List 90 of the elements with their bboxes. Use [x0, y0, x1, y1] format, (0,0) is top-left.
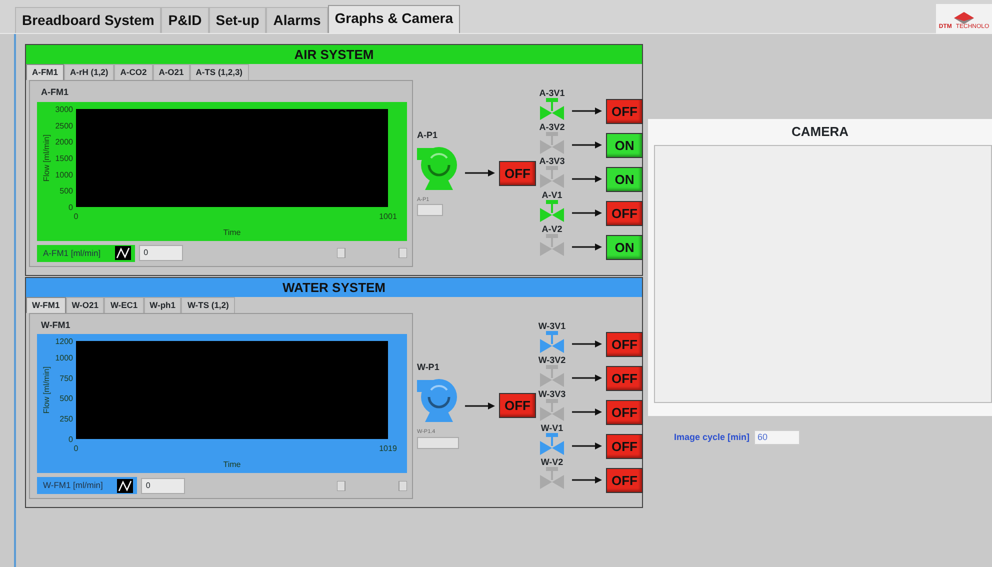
tab[interactable]: A-CO2	[114, 64, 153, 80]
axis-tick-label: 500	[60, 186, 73, 196]
axis-tick-label: 0	[74, 444, 78, 454]
tab[interactable]: W-TS (1,2)	[181, 296, 235, 313]
toggle-button[interactable]: OFF	[606, 366, 643, 391]
toggle-button[interactable]: OFF	[606, 99, 643, 124]
tab[interactable]: A-TS (1,2,3)	[190, 64, 249, 80]
indicator-field	[417, 436, 459, 449]
graph-title: W-FM1	[41, 320, 72, 330]
arrow-icon	[572, 243, 602, 252]
toggle-button[interactable]: ON	[606, 167, 643, 192]
arrow-icon	[572, 340, 602, 348]
arrow-icon	[572, 175, 602, 184]
axis-tick-label: 0	[68, 202, 73, 212]
scrollbar	[337, 248, 407, 258]
arrow-icon	[572, 476, 602, 484]
toggle-button[interactable]: OFF	[606, 400, 643, 425]
axis-title: Time	[223, 460, 241, 470]
axis-title: Flow [ml/min]	[42, 366, 51, 414]
toggle-button[interactable]: ON	[606, 133, 643, 158]
arrow-icon	[572, 374, 602, 382]
toggle-button[interactable]: OFF	[606, 332, 643, 357]
camera-title: CAMERA	[790, 123, 850, 141]
legend-label: A-FM1 [ml/min]	[42, 246, 102, 260]
toggle-button[interactable]: OFF	[499, 160, 536, 186]
axis-tick-label: 750	[60, 374, 73, 384]
panel-header: AIR SYSTEM	[26, 45, 642, 64]
valve-label: W-3V3	[538, 390, 566, 399]
tab[interactable]: Alarms	[266, 7, 328, 33]
arrow-icon	[572, 442, 602, 450]
valve-label: A-V1	[542, 191, 562, 200]
axis-title: Time	[223, 228, 241, 237]
value-field[interactable]: 0	[140, 478, 185, 494]
image-cycle-label: Image cycle [min]	[674, 430, 750, 444]
tab[interactable]: W-FM1	[26, 296, 66, 313]
axis-tick-label: 2500	[55, 121, 73, 130]
tab[interactable]: A-O21	[152, 64, 190, 80]
toggle-button[interactable]: OFF	[606, 434, 643, 459]
tab[interactable]: A-FM1	[26, 64, 64, 80]
axis-tick-label: 1500	[55, 154, 73, 163]
legend-label: W-FM1 [ml/min]	[42, 479, 104, 492]
toggle-button[interactable]: OFF	[499, 393, 536, 418]
valve-label: W-3V1	[538, 322, 566, 331]
valve-label: W-V1	[540, 424, 564, 433]
waveform-icon	[116, 478, 133, 493]
valve-label: W-V2	[540, 458, 564, 467]
valve-label: A-V2	[542, 225, 562, 234]
axis-tick-label: 1019	[379, 444, 397, 454]
arrow-icon	[465, 169, 495, 178]
valve-label: A-3V1	[539, 89, 565, 98]
toggle-button[interactable]: OFF	[606, 201, 643, 226]
tab[interactable]: W-ph1	[144, 296, 182, 313]
toggle-button[interactable]: ON	[606, 235, 643, 260]
tab[interactable]: A-rH (1,2)	[64, 64, 114, 80]
valve-label: W-3V2	[538, 356, 566, 365]
arrow-icon	[572, 209, 602, 218]
tab[interactable]: Set-up	[208, 7, 266, 33]
tab[interactable]: W-EC1	[104, 296, 144, 313]
valve-label: A-3V3	[539, 157, 565, 166]
tab[interactable]: W-O21	[66, 296, 104, 313]
waveform-icon	[114, 246, 131, 260]
arrow-icon	[465, 402, 495, 410]
value-field[interactable]: 0	[138, 245, 183, 262]
indicator-field	[417, 204, 443, 216]
tab[interactable]: P&ID	[161, 7, 209, 33]
axis-title: Flow [ml/min]	[42, 134, 51, 182]
tab[interactable]: Graphs & Camera	[328, 5, 460, 33]
valve-label: A-3V2	[539, 123, 565, 132]
image-cycle-field[interactable]: 60	[754, 430, 800, 445]
axis-tick-label: 2000	[55, 138, 73, 146]
axis-tick-label: 250	[60, 415, 73, 424]
arrow-icon	[572, 107, 602, 116]
axis-tick-label: 1200	[55, 337, 73, 346]
graph-title: A-FM1	[41, 87, 70, 98]
pump-label: A-P1	[417, 130, 438, 140]
axis-tick-label: 500	[60, 394, 73, 404]
logo-icon	[954, 12, 974, 24]
axis-tick-label: 1001	[379, 212, 397, 221]
tab[interactable]: Breadboard System	[15, 7, 162, 33]
scrollbar	[337, 480, 407, 491]
axis-tick-label: 0	[74, 212, 78, 221]
axis-tick-label: 0	[68, 435, 73, 444]
toggle-button[interactable]: OFF	[606, 468, 643, 493]
arrow-icon	[572, 408, 602, 416]
panel-header: WATER SYSTEM	[26, 278, 642, 297]
pump-label: W-P1	[417, 363, 440, 372]
axis-tick-label: 1000	[55, 170, 73, 180]
axis-tick-label: 3000	[55, 104, 73, 114]
arrow-icon	[572, 141, 602, 150]
axis-tick-label: 1000	[55, 354, 73, 363]
